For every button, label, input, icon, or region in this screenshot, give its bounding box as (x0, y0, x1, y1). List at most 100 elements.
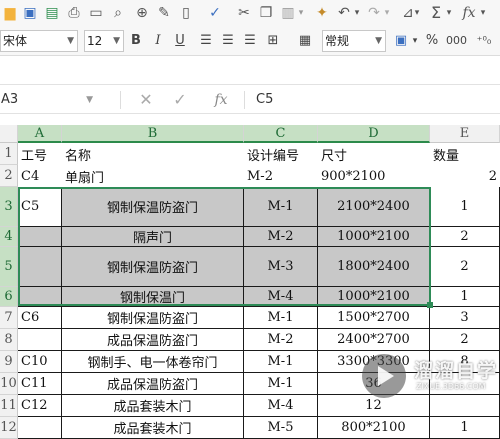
cell-c-row-4[interactable]: M-2 (244, 227, 318, 247)
redo-icon[interactable]: ↷ (366, 0, 382, 26)
cell-a-row-11[interactable]: C12 (18, 395, 62, 417)
cell-b-row-8[interactable]: 成品保温防盗门 (62, 329, 244, 351)
cell-c-row-12[interactable]: M-5 (244, 417, 318, 439)
open-folder-icon[interactable]: ▆ (2, 0, 18, 26)
cell-e-row-4[interactable]: 2 (430, 227, 500, 247)
cell-b-row-9[interactable]: 钢制手、电一体卷帘门 (62, 351, 244, 373)
cell-c-row-1[interactable]: 设计编号 (244, 143, 318, 165)
cell-e-row-7[interactable]: 3 (430, 307, 500, 329)
cell-d-row-7[interactable]: 1500*2700 (318, 307, 430, 329)
percent-button[interactable]: % (424, 30, 440, 52)
column-header-d[interactable]: D (318, 125, 430, 143)
cell-a-row-6[interactable] (18, 287, 62, 307)
spellcheck-abc-icon[interactable]: ✓ (206, 0, 224, 26)
cell-c-row-9[interactable]: M-1 (244, 351, 318, 373)
filter-dropdown-icon[interactable]: ▾ (412, 0, 422, 26)
cell-e-row-6[interactable]: 1 (430, 287, 500, 307)
cancel-icon[interactable]: ✕ (138, 87, 154, 113)
cell-b-row-12[interactable]: 成品套装木门 (62, 417, 244, 439)
cell-a-row-7[interactable]: C6 (18, 307, 62, 329)
paste-dropdown-icon[interactable]: ▾ (296, 0, 306, 26)
confirm-icon[interactable]: ✓ (172, 87, 188, 113)
cell-a-row-5[interactable] (18, 247, 62, 287)
cell-e-row-8[interactable]: 2 (430, 329, 500, 351)
cell-a-row-1[interactable]: 工号 (18, 143, 62, 165)
cell-a-row-3[interactable]: C5 (18, 187, 62, 227)
cell-b-row-1[interactable]: 名称 (62, 143, 244, 165)
save-icon[interactable]: ▣ (22, 0, 38, 26)
row-header[interactable]: 1 (0, 143, 18, 165)
number-format-select[interactable]: 常规 ▼ (322, 30, 386, 52)
format-painter-icon[interactable]: ✦ (314, 0, 330, 26)
select-all-corner[interactable] (0, 125, 18, 143)
align-center-icon[interactable]: ☰ (220, 30, 236, 52)
cell-c-row-8[interactable]: M-2 (244, 329, 318, 351)
row-header[interactable]: 11 (0, 395, 18, 417)
cell-b-row-7[interactable]: 钢制保温防盗门 (62, 307, 244, 329)
insert-function-icon[interactable]: fx (212, 87, 230, 113)
cell-c-row-3[interactable]: M-1 (244, 187, 318, 227)
cell-c-row-6[interactable]: M-4 (244, 287, 318, 307)
cut-icon[interactable]: ✂ (236, 0, 252, 26)
wrap-text-icon[interactable]: ▦ (296, 30, 314, 52)
cell-e-row-12[interactable]: 1 (430, 417, 500, 439)
paste-icon[interactable]: ▥ (280, 0, 296, 26)
doc-icon[interactable]: ▯ (178, 0, 194, 26)
align-left-icon[interactable]: ☰ (198, 30, 214, 52)
cell-b-row-5[interactable]: 钢制保温防盗门 (62, 247, 244, 287)
cell-c-row-10[interactable]: M-1 (244, 373, 318, 395)
cell-c-row-11[interactable]: M-4 (244, 395, 318, 417)
column-header-e[interactable]: E (430, 125, 500, 143)
cell-c-row-7[interactable]: M-1 (244, 307, 318, 329)
row-header[interactable]: 9 (0, 351, 18, 373)
row-header[interactable]: 3 (0, 187, 18, 227)
cell-b-row-3[interactable]: 钢制保温防盗门 (62, 187, 244, 227)
italic-button[interactable]: I (150, 30, 166, 52)
cell-e-row-2[interactable]: 2 (430, 165, 500, 187)
font-name-select[interactable]: 宋体 ▼ (0, 30, 78, 52)
print-icon[interactable]: ⎙ (66, 0, 82, 26)
row-header[interactable]: 4 (0, 227, 18, 247)
cell-d-row-2[interactable]: 900*2100 (318, 165, 430, 187)
cell-a-row-12[interactable] (18, 417, 62, 439)
cell-a-row-8[interactable] (18, 329, 62, 351)
cell-b-row-6[interactable]: 钢制保温门 (62, 287, 244, 307)
cell-a-row-9[interactable]: C10 (18, 351, 62, 373)
cell-d-row-1[interactable]: 尺寸 (318, 143, 430, 165)
formula-input[interactable]: C5 (256, 87, 273, 113)
row-header[interactable]: 8 (0, 329, 18, 351)
cell-e-row-3[interactable]: 1 (430, 187, 500, 227)
row-header[interactable]: 7 (0, 307, 18, 329)
row-header[interactable]: 2 (0, 165, 18, 187)
cell-e-row-5[interactable]: 2 (430, 247, 500, 287)
function-dropdown-icon[interactable]: ▾ (478, 0, 488, 26)
fill-handle[interactable] (427, 302, 433, 308)
align-right-icon[interactable]: ☰ (242, 30, 258, 52)
function-icon[interactable]: fx (460, 0, 478, 26)
column-header-b[interactable]: B (62, 125, 244, 143)
copy-icon[interactable]: ❐ (258, 0, 274, 26)
redo-dropdown-icon[interactable]: ▾ (382, 0, 392, 26)
cell-a-row-10[interactable]: C11 (18, 373, 62, 395)
cell-d-row-8[interactable]: 2400*2700 (318, 329, 430, 351)
cell-e-row-1[interactable]: 数量 (430, 143, 500, 165)
currency-dropdown-icon[interactable]: ▾ (410, 30, 420, 52)
increase-decimal-icon[interactable]: ⁺⁰₀ (472, 30, 496, 52)
cell-c-row-5[interactable]: M-3 (244, 247, 318, 287)
row-header[interactable]: 6 (0, 287, 18, 307)
cell-b-row-10[interactable]: 成品保温防盗门 (62, 373, 244, 395)
column-header-a[interactable]: A (18, 125, 62, 143)
cell-d-row-12[interactable]: 800*2100 (318, 417, 430, 439)
spellcheck-icon[interactable]: ✎ (156, 0, 172, 26)
find-icon[interactable]: ⊕ (134, 0, 150, 26)
cell-d-row-5[interactable]: 1800*2400 (318, 247, 430, 287)
row-header[interactable]: 10 (0, 373, 18, 395)
autosum-icon[interactable]: Σ (428, 0, 444, 26)
cell-a-row-4[interactable] (18, 227, 62, 247)
merge-center-icon[interactable]: ⊞ (264, 30, 282, 52)
underline-button[interactable]: U (172, 30, 188, 52)
autosum-dropdown-icon[interactable]: ▾ (444, 0, 454, 26)
thousands-separator-icon[interactable]: 000 (446, 30, 467, 52)
undo-dropdown-icon[interactable]: ▾ (352, 0, 362, 26)
row-header[interactable]: 12 (0, 417, 18, 439)
